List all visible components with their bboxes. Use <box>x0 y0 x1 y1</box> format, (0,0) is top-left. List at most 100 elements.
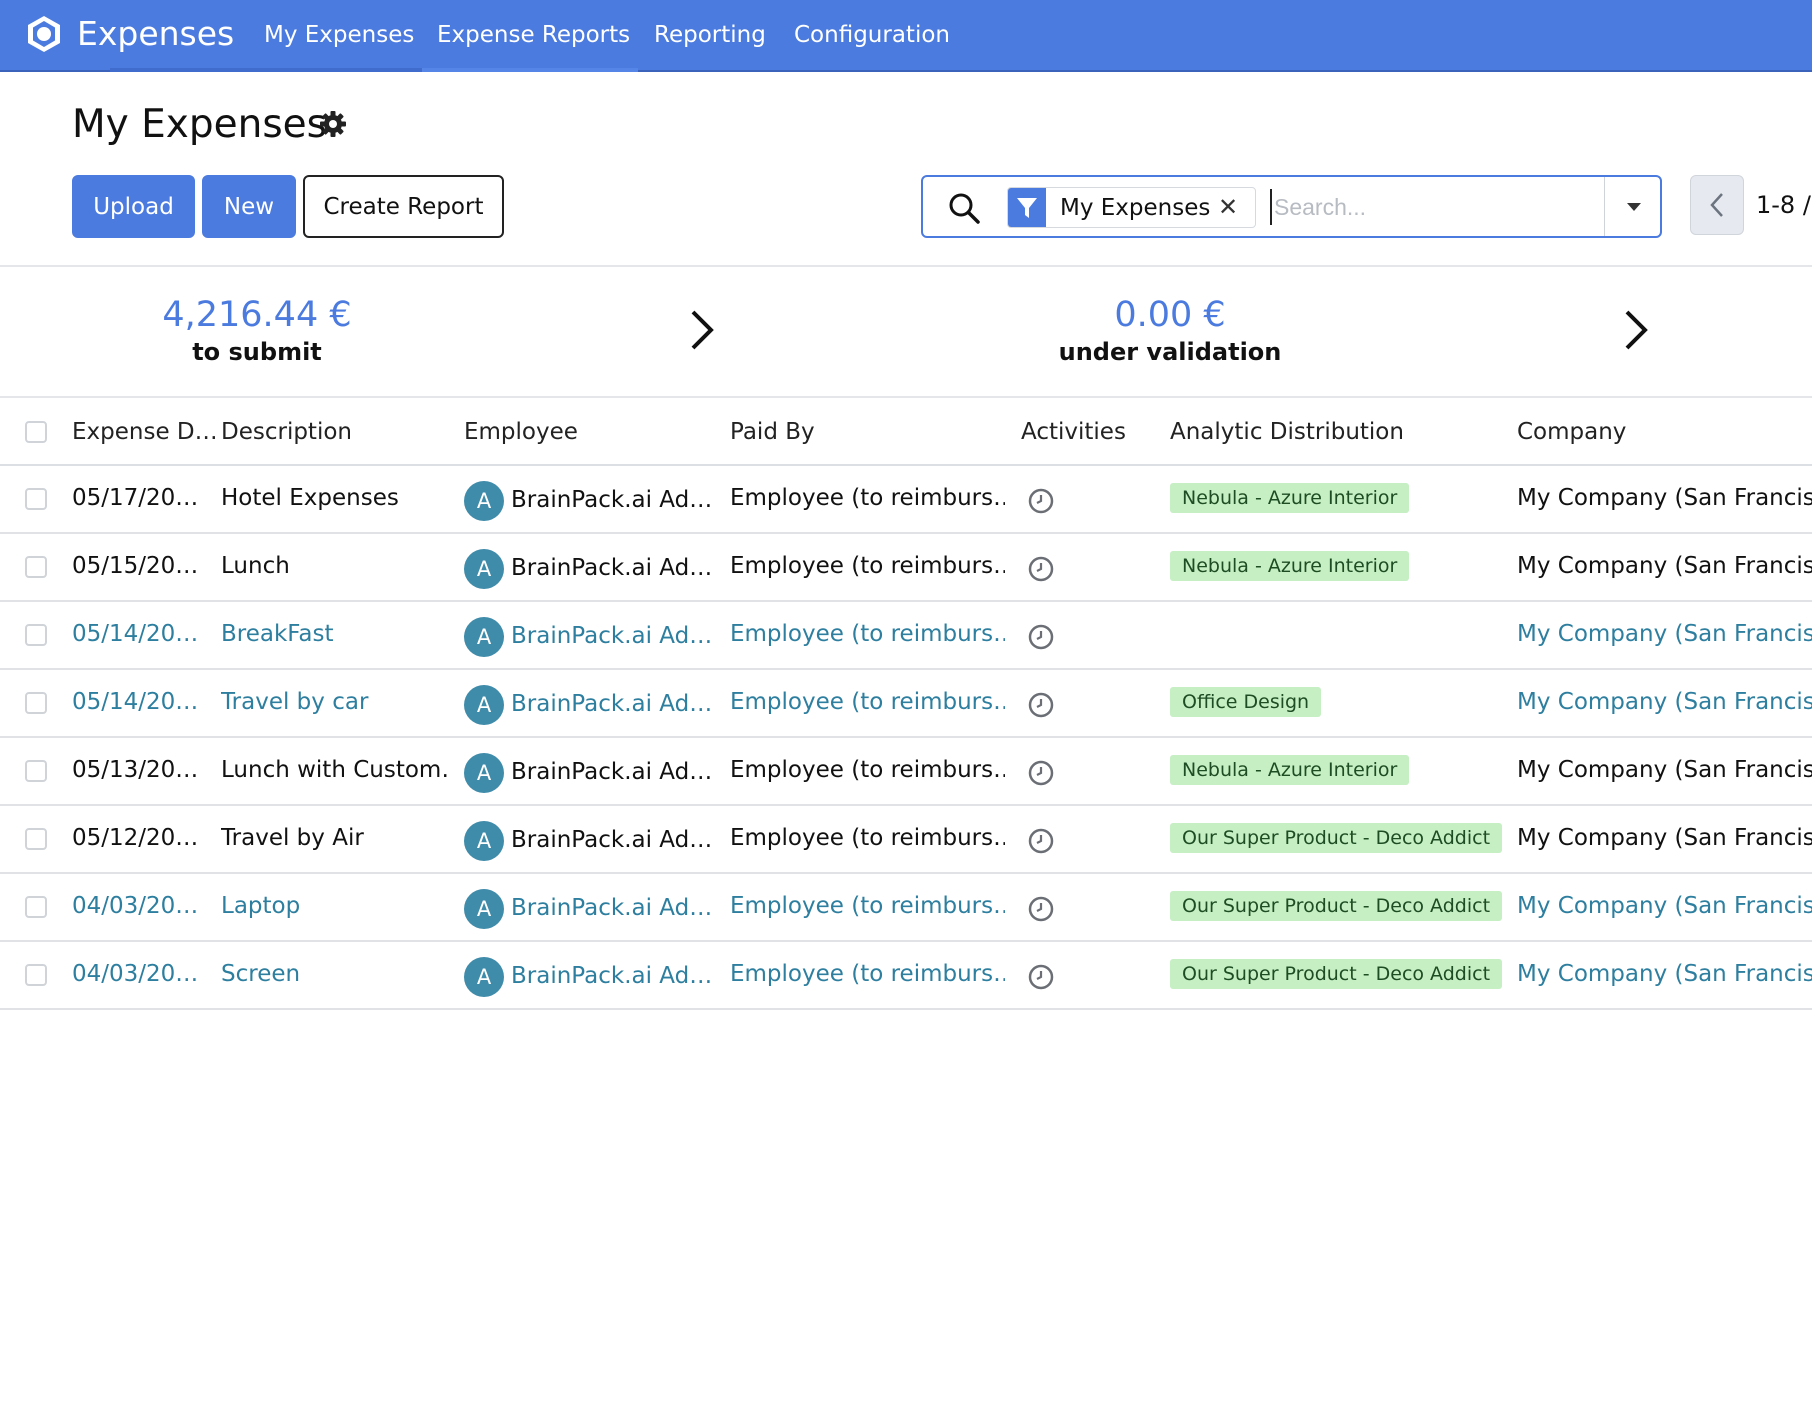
clock-icon[interactable] <box>1027 487 1055 515</box>
avatar[interactable]: A <box>464 889 504 929</box>
top-navbar: Expenses My Expenses Expense Reports Rep… <box>0 0 1812 72</box>
column-expense-date[interactable]: Expense D… <box>72 417 218 447</box>
nav-expense-reports[interactable]: Expense Reports <box>437 20 630 50</box>
nav-active-indicator <box>110 68 422 72</box>
employee-cell[interactable]: BrainPack.ai Ad… <box>511 621 721 651</box>
paid-by-cell: Employee (to reimburs… <box>730 757 1005 783</box>
row-checkbox[interactable] <box>25 624 47 646</box>
upload-button[interactable]: Upload <box>72 175 195 238</box>
description-cell: Travel by car <box>221 689 369 715</box>
clock-icon[interactable] <box>1027 759 1055 787</box>
column-analytic-distribution[interactable]: Analytic Distribution <box>1170 417 1404 447</box>
clock-icon[interactable] <box>1027 895 1055 923</box>
employee-cell[interactable]: BrainPack.ai Ad… <box>511 757 721 787</box>
nav-reporting[interactable]: Reporting <box>654 20 766 50</box>
company-cell: My Company (San Francisco <box>1517 961 1812 987</box>
employee-cell[interactable]: BrainPack.ai Ad… <box>511 553 721 583</box>
pager-value[interactable]: 1-8 / <box>1756 190 1811 220</box>
column-company[interactable]: Company <box>1517 417 1626 447</box>
employee-cell[interactable]: BrainPack.ai Ad… <box>511 961 721 991</box>
chevron-left-icon <box>1710 193 1723 217</box>
description-cell: Laptop <box>221 893 301 919</box>
table-row[interactable]: 05/12/20… Travel by Air A BrainPack.ai Ad… E… <box>0 806 1812 874</box>
to-submit-label: to submit <box>192 338 322 366</box>
app-name[interactable]: Expenses <box>77 14 234 54</box>
description-cell: Screen <box>221 961 301 987</box>
company-cell: My Company (San Francisco <box>1517 825 1812 851</box>
column-description[interactable]: Description <box>221 417 352 447</box>
search-input[interactable] <box>1270 189 1590 225</box>
chevron-right-icon[interactable] <box>1622 308 1650 352</box>
avatar[interactable]: A <box>464 753 504 793</box>
nav-configuration[interactable]: Configuration <box>794 20 950 50</box>
search-icon[interactable] <box>947 191 981 225</box>
nav-hover-indicator <box>422 68 638 72</box>
employee-cell[interactable]: BrainPack.ai Ad… <box>511 689 721 719</box>
table-row[interactable]: 05/17/20… Hotel Expenses A BrainPack.ai Ad…… <box>0 466 1812 534</box>
employee-cell[interactable]: BrainPack.ai Ad… <box>511 893 721 923</box>
under-validation-amount[interactable]: 0.00 € <box>1040 294 1300 336</box>
expense-date-cell: 05/17/20… <box>72 485 199 511</box>
description-cell: Travel by Air <box>221 825 364 851</box>
row-checkbox[interactable] <box>25 964 47 986</box>
description-cell: Lunch with Custom… <box>221 757 451 783</box>
description-cell: BreakFast <box>221 621 334 647</box>
analytic-tag: Nebula - Azure Interior <box>1170 755 1410 785</box>
create-report-button[interactable]: Create Report <box>303 175 504 238</box>
avatar[interactable]: A <box>464 957 504 997</box>
avatar[interactable]: A <box>464 617 504 657</box>
analytic-tag: Office Design <box>1170 687 1322 717</box>
nav-my-expenses[interactable]: My Expenses <box>264 20 414 50</box>
table-row[interactable]: 05/13/20… Lunch with Custom… A BrainPack.ai… <box>0 738 1812 806</box>
table-row[interactable]: 04/03/20… Laptop A BrainPack.ai Ad… Employee… <box>0 874 1812 942</box>
row-checkbox[interactable] <box>25 896 47 918</box>
control-panel-divider <box>0 265 1812 267</box>
app-logo-icon[interactable] <box>24 14 64 54</box>
close-icon[interactable]: ✕ <box>1218 193 1238 221</box>
column-employee[interactable]: Employee <box>464 417 578 447</box>
employee-cell[interactable]: BrainPack.ai Ad… <box>511 485 721 515</box>
clock-icon[interactable] <box>1027 555 1055 583</box>
avatar[interactable]: A <box>464 821 504 861</box>
table-row[interactable]: 04/03/20… Screen A BrainPack.ai Ad… Employee… <box>0 942 1812 1010</box>
row-checkbox[interactable] <box>25 488 47 510</box>
table-row[interactable]: 05/15/20… Lunch A BrainPack.ai Ad… Employee … <box>0 534 1812 602</box>
gear-icon[interactable] <box>319 110 347 138</box>
pager-previous-button[interactable] <box>1690 175 1744 235</box>
avatar[interactable]: A <box>464 481 504 521</box>
facet-label: My Expenses <box>1060 195 1211 221</box>
row-checkbox[interactable] <box>25 828 47 850</box>
column-activities[interactable]: Activities <box>1021 417 1126 447</box>
chevron-right-icon[interactable] <box>688 308 716 352</box>
employee-cell[interactable]: BrainPack.ai Ad… <box>511 825 721 855</box>
paid-by-cell: Employee (to reimburs… <box>730 961 1005 987</box>
avatar[interactable]: A <box>464 685 504 725</box>
analytic-tag: Our Super Product - Deco Addict <box>1170 959 1503 989</box>
description-cell: Lunch <box>221 553 290 579</box>
new-button[interactable]: New <box>202 175 296 238</box>
avatar[interactable]: A <box>464 549 504 589</box>
clock-icon[interactable] <box>1027 827 1055 855</box>
under-validation-label: under validation <box>1058 338 1282 366</box>
table-header: Expense D… Description Employee Paid By … <box>0 400 1812 466</box>
clock-icon[interactable] <box>1027 623 1055 651</box>
select-all-checkbox[interactable] <box>25 421 47 443</box>
search-options-toggle[interactable] <box>1604 177 1662 236</box>
row-checkbox[interactable] <box>25 556 47 578</box>
company-cell: My Company (San Francisco <box>1517 757 1812 783</box>
expense-date-cell: 05/13/20… <box>72 757 199 783</box>
analytic-tag: Our Super Product - Deco Addict <box>1170 891 1503 921</box>
to-submit-amount[interactable]: 4,216.44 € <box>130 294 384 336</box>
clock-icon[interactable] <box>1027 691 1055 719</box>
expense-date-cell: 04/03/20… <box>72 961 199 987</box>
row-checkbox[interactable] <box>25 760 47 782</box>
table-row[interactable]: 05/14/20… Travel by car A BrainPack.ai Ad… E… <box>0 670 1812 738</box>
summary-divider <box>0 396 1812 398</box>
company-cell: My Company (San Francisco <box>1517 621 1812 647</box>
row-checkbox[interactable] <box>25 692 47 714</box>
column-paid-by[interactable]: Paid By <box>730 417 815 447</box>
table-row[interactable]: 05/14/20… BreakFast A BrainPack.ai Ad… Emplo… <box>0 602 1812 670</box>
clock-icon[interactable] <box>1027 963 1055 991</box>
expense-date-cell: 05/12/20… <box>72 825 199 851</box>
analytic-tag: Nebula - Azure Interior <box>1170 483 1410 513</box>
